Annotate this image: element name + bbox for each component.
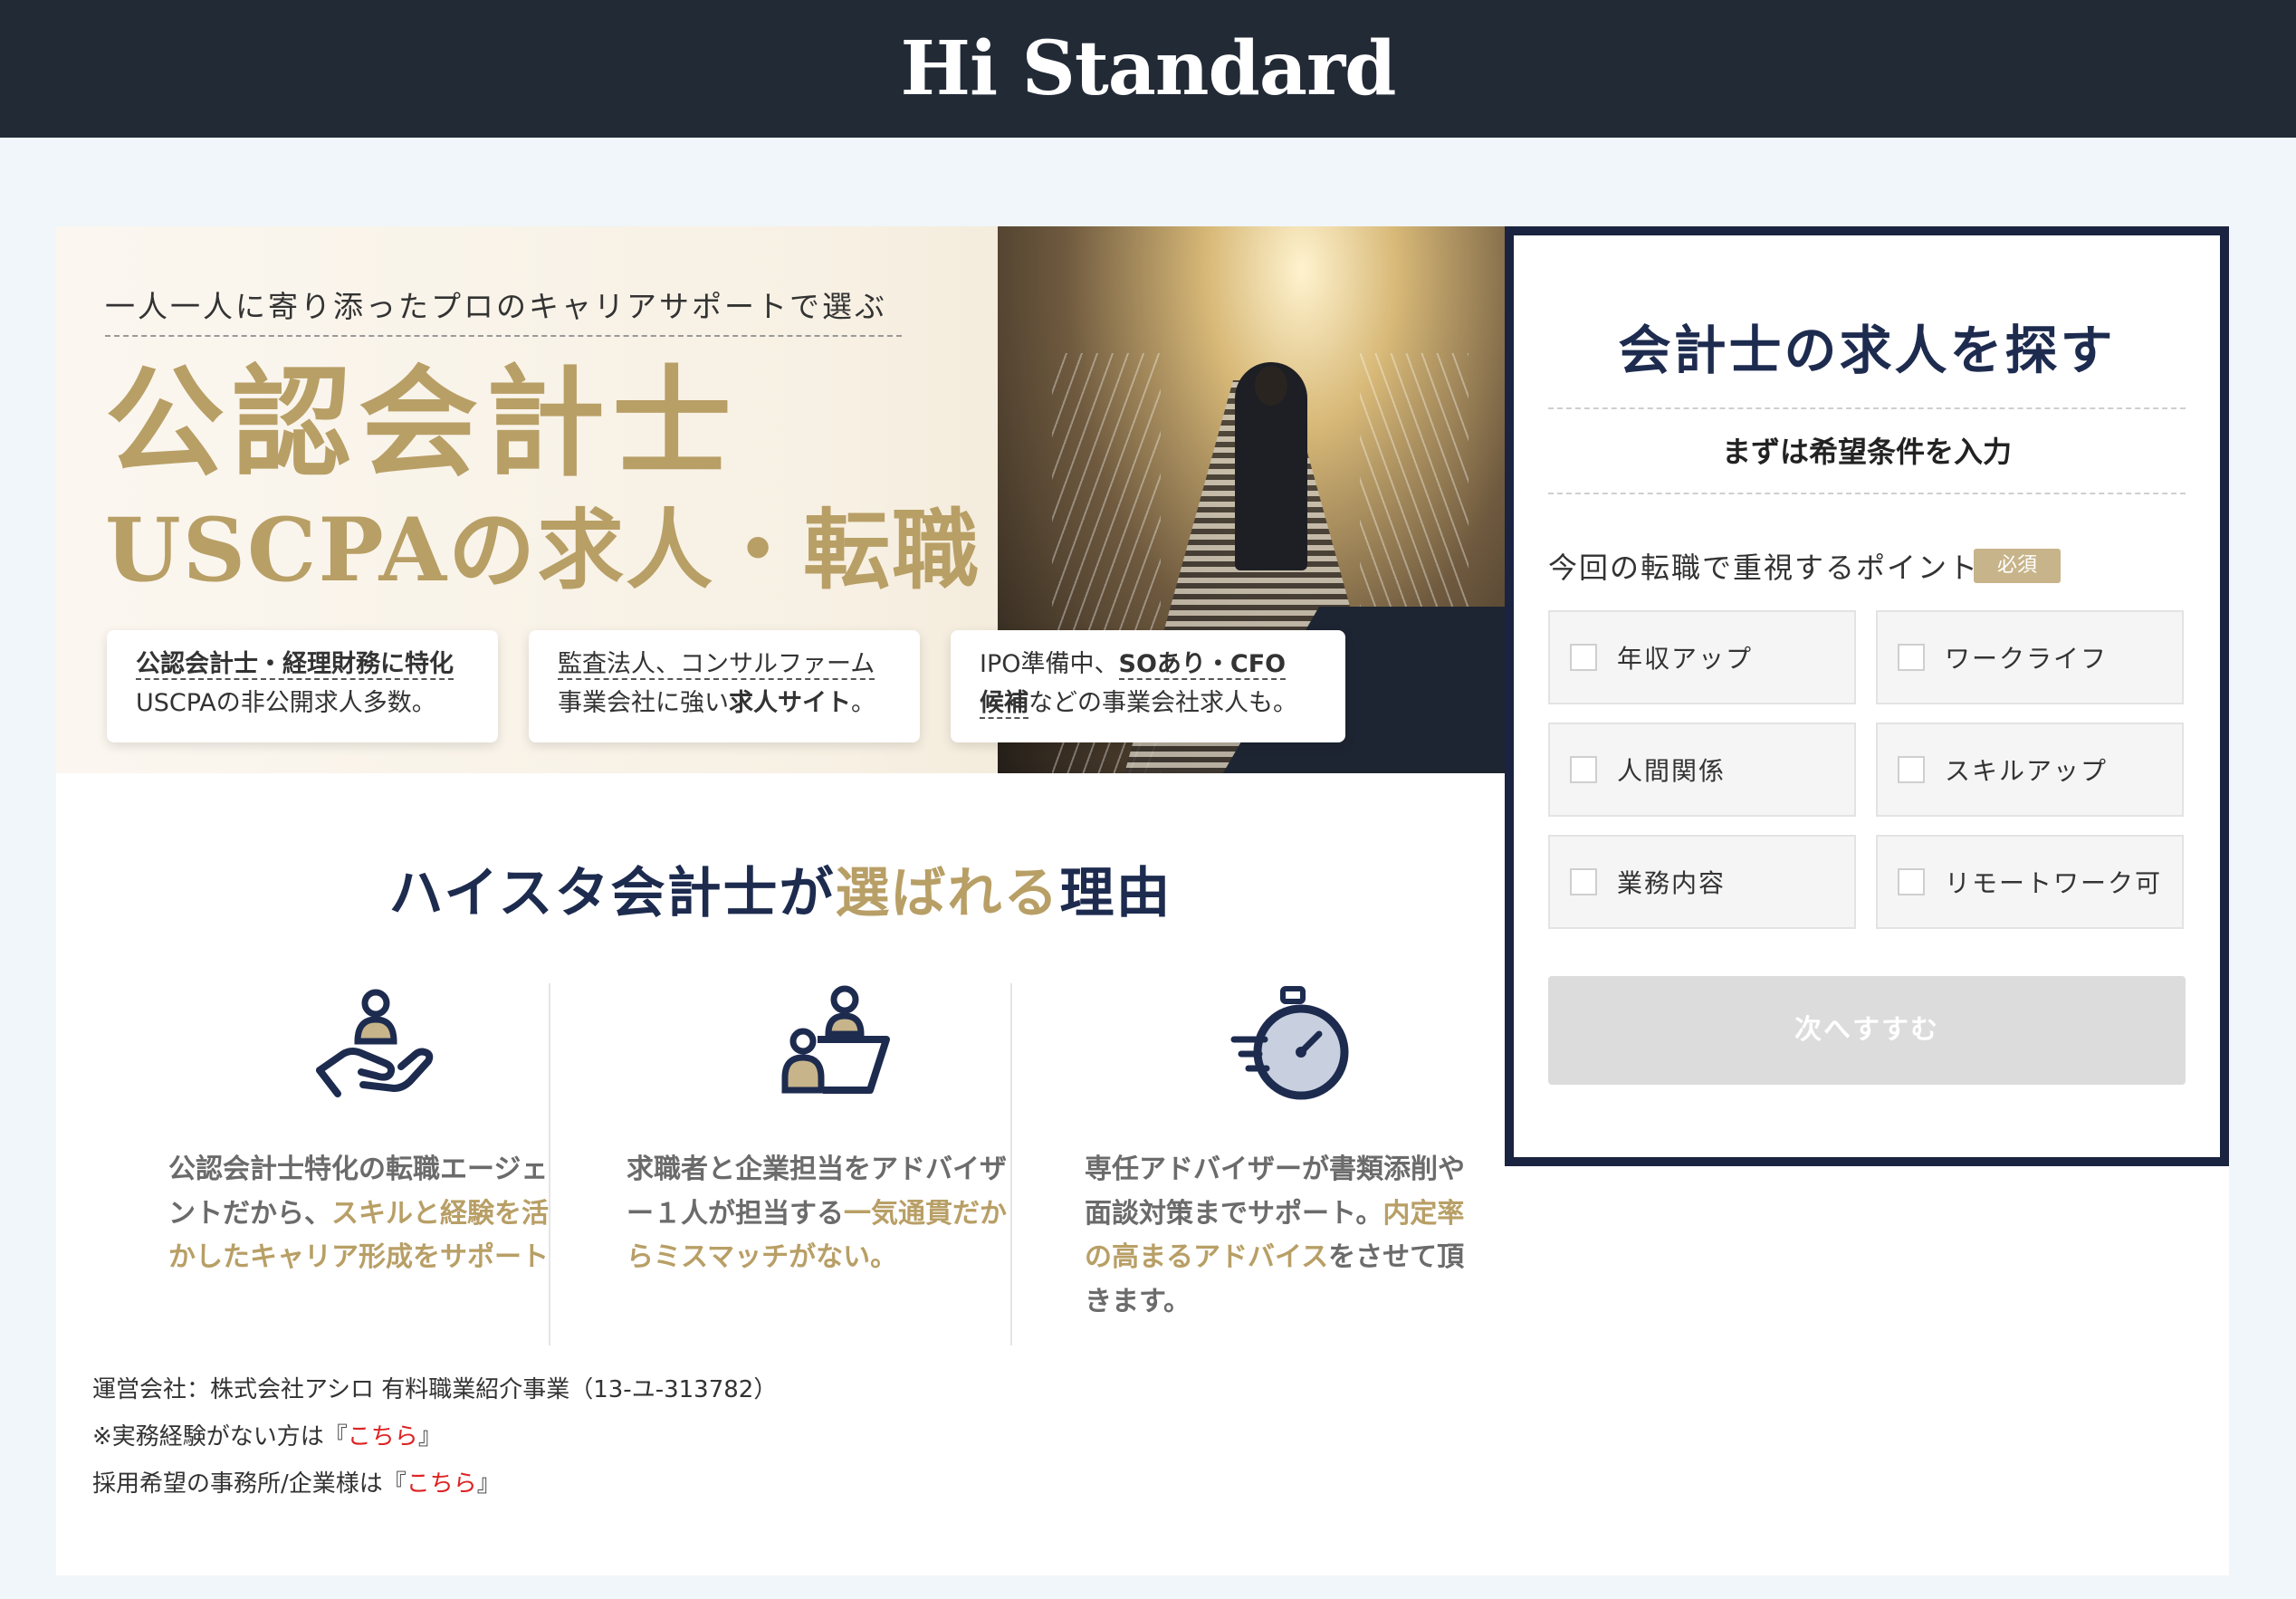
hero-feature-box: IPO準備中、SOあり・CFO 候補などの事業会社求人も。 (951, 630, 1345, 742)
form-question-label: 今回の転職で重視するポイント (1548, 551, 1980, 585)
reason-item: 求職者と企業担当をアドバイザー１人が担当する一気通貫だからミスマッチがない。 (621, 983, 1047, 1280)
reasons-heading-c: 理由 (1059, 862, 1172, 925)
reason-item: 専任アドバイザーが書類添削や面談対策までサポート。内定率の高まるアドバイスをさせ… (1079, 983, 1505, 1324)
advisor-meeting-icon (781, 985, 890, 1094)
form-divider (1548, 407, 2186, 409)
column-divider (549, 983, 550, 1345)
form-subtitle: まずは希望条件を入力 (1721, 435, 2012, 469)
reason-text: 公認会計士特化の転職エージェントだから、スキルと経験を活かしたキャリア形成をサポ… (163, 1148, 588, 1280)
option-work-life[interactable]: ワークライフ (1876, 610, 2184, 704)
form-divider (1548, 493, 2186, 494)
reasons-heading-b: 選ばれる (835, 862, 1060, 925)
next-button[interactable]: 次へすすむ (1548, 976, 2186, 1085)
company-info: 運営会社：株式会社アシロ 有料職業紹介事業（13-ユ-313782） (92, 1376, 778, 1403)
hero-feature-box: 監査法人、コンサルファーム 事業会社に強い求人サイト。 (529, 630, 920, 742)
option-label: 人間関係 (1617, 756, 1727, 786)
no-experience-link[interactable]: こちら (348, 1423, 418, 1451)
note-text: ※実務経験がない方は『 (92, 1423, 348, 1451)
stopwatch-icon (1230, 986, 1349, 1100)
option-skill-up[interactable]: スキルアップ (1876, 723, 2184, 817)
hero-man-head (1255, 366, 1287, 406)
hero-box-highlight: 候補 (980, 689, 1028, 720)
option-remote-work[interactable]: リモートワーク可 (1876, 835, 2184, 929)
employer-note: 採用希望の事務所/企業様は『こちら』 (92, 1465, 501, 1498)
checkbox[interactable] (1898, 868, 1925, 895)
option-job-content[interactable]: 業務内容 (1548, 835, 1856, 929)
option-label: 業務内容 (1617, 868, 1727, 898)
hero-box-highlight: 求人サイト (729, 689, 851, 718)
no-experience-note: ※実務経験がない方は『こちら』 (92, 1418, 442, 1451)
checkbox[interactable] (1570, 868, 1597, 895)
hero-box-text: などの事業会社求人も。 (1028, 689, 1297, 718)
hero-feature-box: 公認会計士・経理財務に特化 USCPAの非公開求人多数。 (107, 630, 498, 742)
site-header: Hi Standard (0, 0, 2296, 138)
column-divider (1010, 983, 1012, 1345)
hero-box-text: 事業会社に強い (558, 689, 729, 718)
hero-box-highlight: SOあり・CFO (1118, 650, 1287, 680)
reasons-heading-a: ハイスタ会計士が (388, 862, 836, 925)
required-badge: 必須 (1974, 549, 2061, 583)
hero-box-line1: 監査法人、コンサルファーム (558, 650, 875, 680)
checkbox[interactable] (1570, 756, 1597, 783)
option-label: ワークライフ (1945, 644, 2109, 674)
reason-item: 公認会計士特化の転職エージェントだから、スキルと経験を活かしたキャリア形成をサポ… (163, 983, 588, 1280)
hero-box-line1: 公認会計士・経理財務に特化 (136, 650, 454, 680)
job-search-form: 会計士の求人を探す まずは希望条件を入力 今回の転職で重視するポイント 必須 年… (1505, 226, 2229, 1166)
note-text: 』 (476, 1470, 501, 1498)
note-text: 採用希望の事務所/企業様は『 (92, 1470, 407, 1498)
reasons-heading: ハイスタ会計士が選ばれる理由 (56, 849, 1505, 928)
option-label: リモートワーク可 (1945, 868, 2163, 898)
hero-box-text: 。 (851, 689, 875, 718)
form-title: 会計士の求人を探す (1618, 320, 2116, 381)
checkbox[interactable] (1898, 644, 1925, 671)
option-label: 年収アップ (1617, 644, 1754, 674)
hand-person-icon (316, 989, 434, 1097)
hero-box-text: IPO準備中、 (980, 650, 1119, 678)
hero-kicker-divider (105, 335, 902, 337)
reason-text: 専任アドバイザーが書類添削や面談対策までサポート。内定率の高まるアドバイスをさせ… (1079, 1148, 1505, 1324)
reason-text: 求職者と企業担当をアドバイザー１人が担当する一気通貫だからミスマッチがない。 (621, 1148, 1047, 1280)
note-text: 』 (417, 1423, 442, 1451)
checkbox[interactable] (1898, 756, 1925, 783)
checkbox[interactable] (1570, 644, 1597, 671)
hero-subtitle: USCPAの求人・転職 (105, 499, 981, 601)
option-label: スキルアップ (1945, 756, 2109, 786)
option-salary-up[interactable]: 年収アップ (1548, 610, 1856, 704)
option-relationships[interactable]: 人間関係 (1548, 723, 1856, 817)
hero-title: 公認会計士 (105, 353, 739, 493)
site-logo[interactable]: Hi Standard (900, 25, 1396, 112)
hero-kicker: 一人一人に寄り添ったプロのキャリアサポートで選ぶ (105, 289, 887, 324)
employer-link[interactable]: こちら (407, 1470, 477, 1498)
hero-box-line2: USCPAの非公開求人多数。 (136, 689, 436, 718)
